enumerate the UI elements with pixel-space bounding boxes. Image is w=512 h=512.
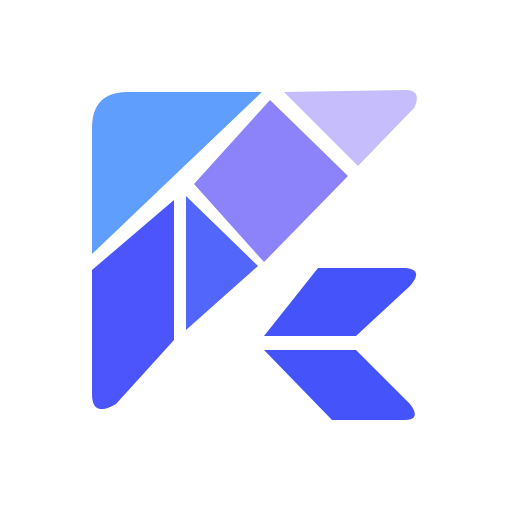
logo-shape-arrow-lower	[264, 350, 415, 420]
tangram-k-logo-icon	[92, 90, 417, 420]
app-canvas	[0, 0, 512, 512]
logo-shape-arrow-upper	[264, 268, 417, 336]
